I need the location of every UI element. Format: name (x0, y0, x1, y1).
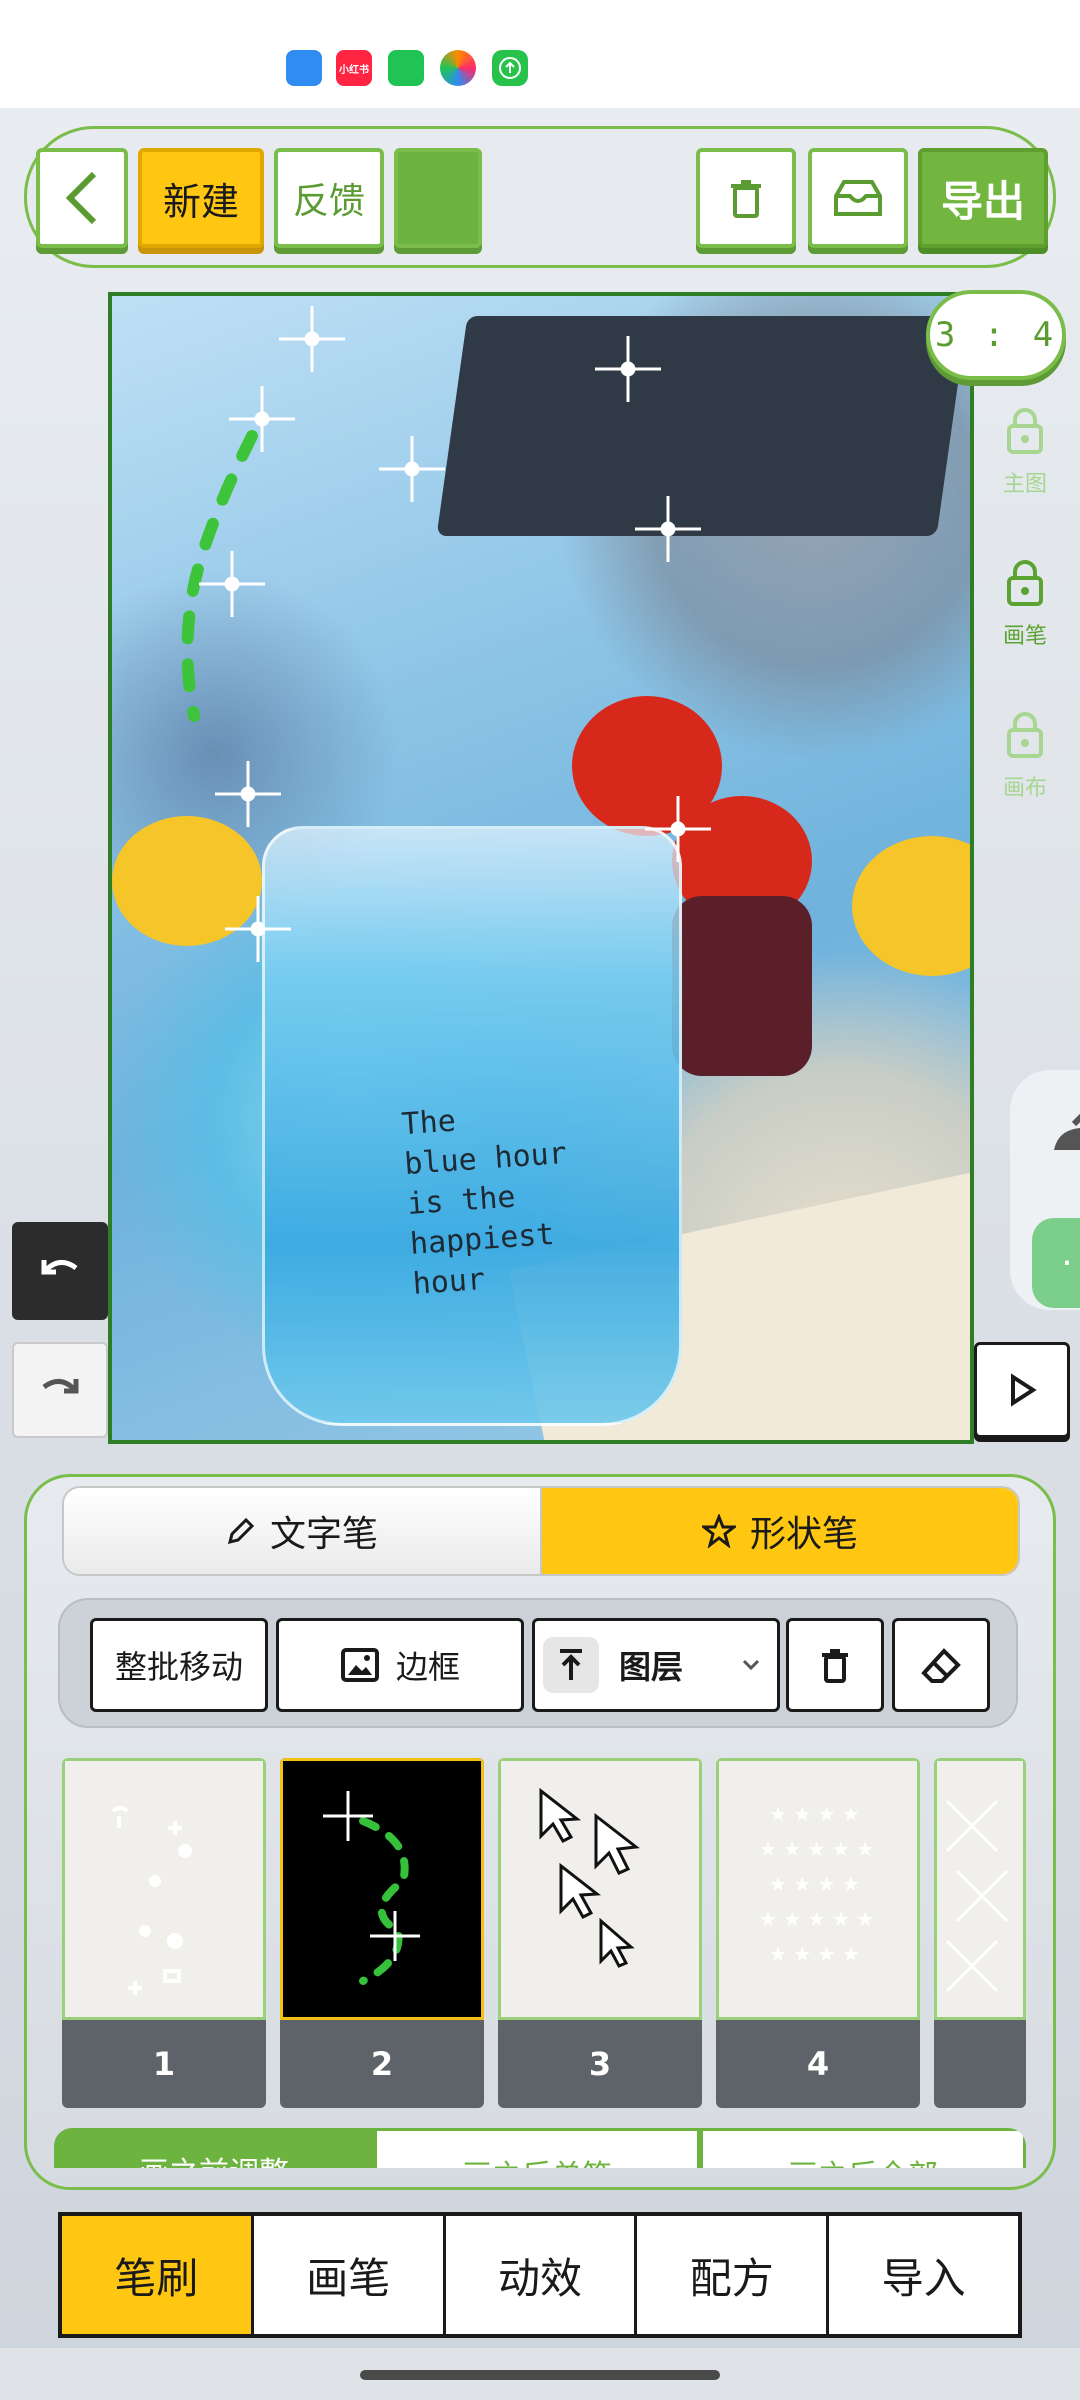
svg-text:★ ★ ★ ★: ★ ★ ★ ★ (769, 1872, 860, 1896)
floating-side-panel: · (1010, 1070, 1080, 1310)
more-options-button[interactable]: · (1032, 1218, 1080, 1308)
delete-button[interactable] (696, 148, 796, 248)
border-button[interactable]: 边框 (276, 1618, 524, 1712)
play-icon (1011, 1373, 1037, 1407)
image-frame-icon (340, 1648, 379, 1682)
layer-label: 图层 (619, 1648, 684, 1686)
back-button[interactable] (36, 148, 128, 248)
xiaohongshu-app-icon: 小红书 (336, 50, 372, 86)
green-app-icon (388, 50, 424, 86)
layer-dropdown[interactable]: 图层 (532, 1618, 780, 1712)
delete-stroke-button[interactable] (786, 1618, 884, 1712)
bring-to-top-icon (543, 1637, 599, 1693)
brush-card[interactable]: 3 (498, 1758, 702, 2108)
undo-button[interactable] (12, 1222, 108, 1320)
brush-number: 2 (280, 2020, 484, 2108)
lock-icon (1007, 408, 1043, 454)
home-indicator[interactable] (360, 2370, 720, 2380)
lock-main-image[interactable]: 主图 (980, 408, 1070, 498)
lock-brush[interactable]: 画笔 (980, 560, 1070, 650)
tab-shape-pen[interactable]: 形状笔 (540, 1488, 1018, 1574)
tab-text-pen-label: 文字笔 (269, 1514, 378, 1555)
lock-icon (1007, 560, 1043, 606)
brush-number: 3 (498, 2020, 702, 2108)
border-label: 边框 (395, 1648, 460, 1686)
eraser-button[interactable] (892, 1618, 990, 1712)
brush-number (934, 2020, 1026, 2108)
star-grid-preview: ★ ★ ★ ★ ★ ★ ★ ★ ★ ★ ★ ★ ★ ★ ★ ★ ★ ★ ★ ★ … (759, 1802, 874, 1966)
bottom-nav: 笔刷 画笔 动效 配方 导入 (58, 2212, 1022, 2338)
lock-canvas[interactable]: 画布 (980, 712, 1070, 802)
nav-item-pen[interactable]: 画笔 (254, 2216, 446, 2334)
brush-preview (934, 1758, 1026, 2020)
cursor-arrows-preview (539, 1787, 640, 1968)
nav-item-import[interactable]: 导入 (829, 2216, 1018, 2334)
lock-label: 主图 (1002, 472, 1047, 497)
star-icon (701, 1514, 736, 1548)
brush-number: 1 (62, 2020, 266, 2108)
svg-text:★ ★ ★ ★: ★ ★ ★ ★ (769, 1942, 860, 1966)
new-button[interactable]: 新建 (138, 148, 264, 248)
sparkle-overlay (181, 306, 711, 962)
cross-pattern-preview (945, 1799, 1009, 1993)
color-swatch-button[interactable] (394, 148, 482, 248)
brush-number: 4 (716, 2020, 920, 2108)
tab-text-pen[interactable]: 文字笔 (64, 1488, 540, 1574)
tray-icon (834, 180, 882, 216)
brush-preview (62, 1758, 266, 2020)
brush-preview (498, 1758, 702, 2020)
tab-after-all[interactable]: 画之后全部 (700, 2128, 1026, 2168)
music-notes-preview (111, 1806, 192, 1995)
sparkle-dash-preview (323, 1791, 420, 1985)
feedback-button[interactable]: 反馈 (274, 148, 384, 248)
redo-icon (42, 1379, 79, 1394)
chevron-down-icon (742, 1659, 760, 1671)
nav-item-brush[interactable]: 笔刷 (62, 2216, 254, 2334)
adjust-sub-tabs: 画之前调整 画之后单笔 画之后全部 (54, 2128, 1026, 2168)
brush-card-selected[interactable]: 2 (280, 1758, 484, 2108)
nav-item-effects[interactable]: 动效 (446, 2216, 638, 2334)
redo-button[interactable] (12, 1342, 108, 1438)
play-button[interactable] (974, 1342, 1070, 1438)
tab-before-adjust[interactable]: 画之前调整 (54, 2128, 374, 2168)
undo-icon (41, 1260, 78, 1275)
brush-card[interactable]: ★ ★ ★ ★ ★ ★ ★ ★ ★ ★ ★ ★ ★ ★ ★ ★ ★ ★ ★ ★ … (716, 1758, 920, 2108)
tab-shape-pen-label: 形状笔 (749, 1514, 858, 1555)
batch-move-button[interactable]: 整批移动 (90, 1618, 268, 1712)
nav-item-recipe[interactable]: 配方 (637, 2216, 830, 2334)
lock-icon (1007, 712, 1043, 758)
brush-tool-icon[interactable] (1044, 1100, 1080, 1160)
brush-preview: ★ ★ ★ ★ ★ ★ ★ ★ ★ ★ ★ ★ ★ ★ ★ ★ ★ ★ ★ ★ … (716, 1758, 920, 2020)
brush-card[interactable]: 1 (62, 1758, 266, 2108)
eraser-icon (921, 1648, 961, 1683)
status-bar: 小红书 (0, 0, 1080, 108)
export-button[interactable]: 导出 (918, 148, 1048, 248)
aspect-ratio-button[interactable]: 3 : 4 (926, 290, 1066, 380)
svg-text:★ ★ ★ ★ ★: ★ ★ ★ ★ ★ (759, 1907, 874, 1931)
brush-preview (280, 1758, 484, 2020)
trash-icon (731, 180, 761, 218)
pen-type-tabs: 文字笔 形状笔 (62, 1486, 1020, 1576)
lock-label: 画布 (1002, 776, 1047, 801)
colorful-app-icon (440, 50, 476, 86)
svg-text:★ ★ ★ ★ ★: ★ ★ ★ ★ ★ (759, 1837, 874, 1861)
tab-after-single[interactable]: 画之后单笔 (374, 2128, 700, 2168)
photo-canvas[interactable]: The blue hour is the happiest hour (108, 292, 974, 1444)
wallet-app-icon (286, 50, 322, 86)
lock-label: 画笔 (1002, 624, 1047, 649)
inbox-button[interactable] (808, 148, 908, 248)
pencil-icon (227, 1517, 255, 1545)
upload-app-icon (492, 50, 528, 86)
chevron-left-icon (65, 171, 97, 225)
brush-card[interactable] (934, 1758, 1026, 2108)
svg-text:★ ★ ★ ★: ★ ★ ★ ★ (769, 1802, 860, 1826)
trash-icon (822, 1649, 848, 1683)
